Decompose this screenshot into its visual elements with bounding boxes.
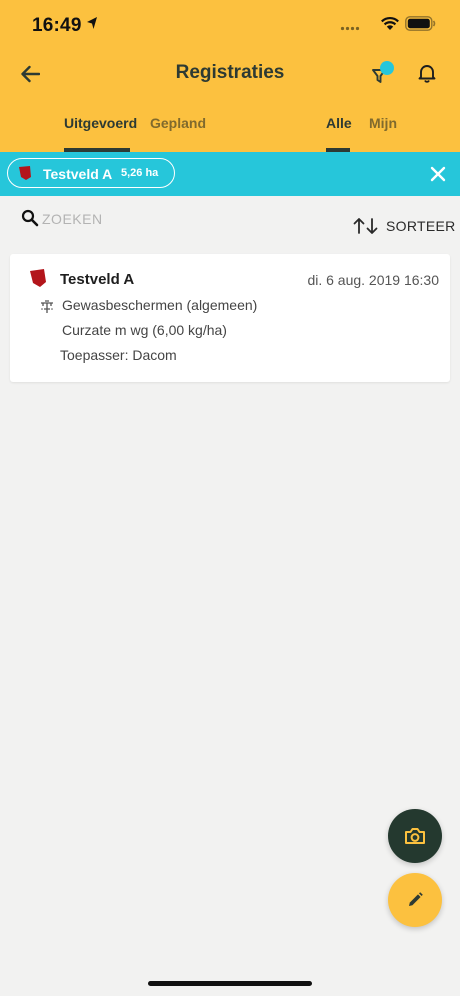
field-chip[interactable]: Testveld A 5,26 ha xyxy=(7,158,175,188)
battery-icon xyxy=(405,16,436,31)
search-input[interactable] xyxy=(42,207,262,231)
bell-icon xyxy=(418,65,436,83)
tab-mijn[interactable]: Mijn xyxy=(369,115,397,131)
pencil-icon xyxy=(409,892,423,906)
registration-date: di. 6 aug. 2019 16:30 xyxy=(307,272,439,288)
sort-arrows-icon xyxy=(353,218,378,234)
home-indicator xyxy=(148,981,312,986)
tab-gepland[interactable]: Gepland xyxy=(150,115,206,131)
field-shape-icon xyxy=(30,269,46,287)
app-header: 16:49 Registraties Uitgevoerd Gepland Al… xyxy=(0,0,460,152)
sort-button[interactable]: SORTEER xyxy=(352,216,456,236)
notifications-button[interactable] xyxy=(416,62,440,86)
new-registration-button[interactable] xyxy=(388,873,442,927)
wifi-icon xyxy=(381,17,399,30)
field-chip-area: 5,26 ha xyxy=(121,167,159,179)
registration-applicator: Toepasser: Dacom xyxy=(60,347,177,363)
status-time: 16:49 xyxy=(32,15,82,36)
registration-product: Curzate m wg (6,00 kg/ha) xyxy=(62,322,227,338)
field-chip-name: Testveld A xyxy=(43,166,113,182)
location-arrow-icon xyxy=(87,17,97,29)
cell-signal-icon xyxy=(340,26,360,31)
registration-activity: Gewasbeschermen (algemeen) xyxy=(62,297,258,313)
registration-card[interactable]: Testveld A di. 6 aug. 2019 16:30 Gewasbe… xyxy=(10,254,450,382)
camera-button[interactable] xyxy=(388,809,442,863)
filter-active-badge xyxy=(380,61,394,75)
tab-uitgevoerd[interactable]: Uitgevoerd xyxy=(64,115,137,131)
sprayer-icon xyxy=(41,300,53,313)
sort-label: SORTEER xyxy=(386,218,456,234)
field-shape-icon xyxy=(19,166,31,180)
search-icon xyxy=(21,209,39,227)
tab-alle[interactable]: Alle xyxy=(326,115,352,131)
registrations-screen: 16:49 Registraties Uitgevoerd Gepland Al… xyxy=(0,0,460,996)
field-filter-bar: Testveld A 5,26 ha xyxy=(0,152,460,196)
registration-field-name: Testveld A xyxy=(60,271,135,288)
status-bar: 16:49 xyxy=(0,0,460,50)
clear-field-filter-button[interactable] xyxy=(428,164,448,184)
close-icon xyxy=(430,166,446,182)
camera-icon xyxy=(405,828,425,844)
